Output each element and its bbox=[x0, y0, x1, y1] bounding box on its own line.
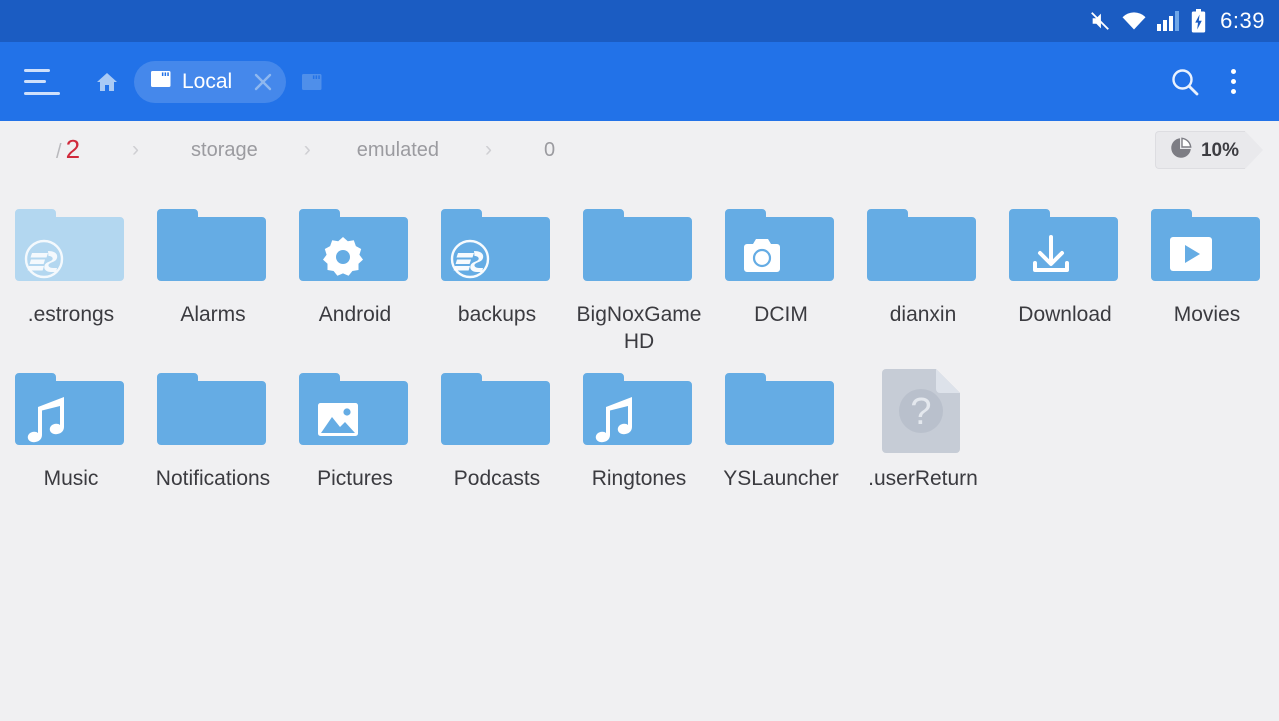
folder-icon bbox=[722, 365, 840, 455]
folder-icon bbox=[438, 201, 556, 291]
folder-icon bbox=[722, 201, 840, 291]
file-grid-item-label: YSLauncher bbox=[723, 467, 839, 490]
file-grid-item-label: backups bbox=[457, 303, 537, 326]
svg-text:?: ? bbox=[910, 391, 931, 433]
file-grid-item-label: Download bbox=[1018, 303, 1112, 326]
breadcrumb-item-0[interactable]: 0 bbox=[544, 139, 555, 162]
tab-label: Local bbox=[182, 70, 233, 93]
search-icon[interactable] bbox=[1161, 58, 1209, 106]
chevron-right-icon: › bbox=[132, 137, 140, 161]
file-icon: ? bbox=[864, 365, 982, 455]
signal-icon bbox=[1157, 11, 1181, 31]
file-grid-item-label: Music bbox=[43, 467, 99, 490]
breadcrumb: / 2 › storage › emulated › 0 10% bbox=[0, 121, 1279, 179]
folder-icon bbox=[12, 201, 130, 291]
app-toolbar: Local bbox=[0, 42, 1279, 121]
breadcrumb-root[interactable]: / 2 bbox=[56, 136, 80, 164]
file-grid-item-label: Movies bbox=[1173, 303, 1241, 326]
sdcard-icon bbox=[150, 69, 172, 94]
status-bar: 6:39 bbox=[0, 0, 1279, 42]
image-icon bbox=[318, 403, 358, 436]
breadcrumb-item-storage[interactable]: storage bbox=[191, 139, 258, 162]
folder-icon bbox=[1148, 201, 1266, 291]
hamburger-menu-icon[interactable] bbox=[24, 68, 60, 95]
new-tab-icon[interactable] bbox=[300, 70, 324, 94]
pie-chart-icon bbox=[1170, 137, 1192, 164]
file-grid-item[interactable]: ? .userReturn bbox=[852, 355, 994, 492]
file-grid-item[interactable]: BigNoxGameHD bbox=[568, 191, 710, 355]
folder-icon bbox=[580, 365, 698, 455]
clock: 6:39 bbox=[1220, 8, 1265, 33]
file-grid-item[interactable]: .estrongs bbox=[0, 191, 142, 355]
breadcrumb-count: 2 bbox=[65, 134, 81, 164]
file-grid-item[interactable]: backups bbox=[426, 191, 568, 355]
file-grid-item-label: Android bbox=[318, 303, 392, 326]
file-grid-item[interactable]: Alarms bbox=[142, 191, 284, 355]
play-icon bbox=[1170, 237, 1212, 271]
file-grid-item-label: Alarms bbox=[180, 303, 246, 326]
file-grid-item-label: Notifications bbox=[155, 467, 271, 490]
file-grid-item[interactable]: Music bbox=[0, 355, 142, 492]
folder-icon bbox=[864, 201, 982, 291]
folder-icon bbox=[154, 201, 272, 291]
file-grid-item[interactable]: DCIM bbox=[710, 191, 852, 355]
home-icon[interactable] bbox=[94, 69, 120, 95]
more-vertical-icon[interactable] bbox=[1209, 58, 1257, 106]
file-grid-item[interactable]: Android bbox=[284, 191, 426, 355]
file-grid-item[interactable]: YSLauncher bbox=[710, 355, 852, 492]
close-icon[interactable] bbox=[248, 67, 278, 97]
file-grid: .estrongs Alarms Android backups BigNoxGameH… bbox=[0, 179, 1279, 492]
chevron-right-icon: › bbox=[485, 137, 493, 161]
breadcrumb-slash: / bbox=[56, 141, 62, 163]
folder-icon bbox=[296, 365, 414, 455]
file-grid-item-label: DCIM bbox=[754, 303, 808, 326]
folder-icon bbox=[438, 365, 556, 455]
storage-percent: 10% bbox=[1200, 139, 1239, 161]
file-grid-item[interactable]: dianxin bbox=[852, 191, 994, 355]
file-grid-item-label: dianxin bbox=[889, 303, 957, 326]
file-grid-item-label: BigNoxGameHD bbox=[576, 303, 702, 353]
tab-local[interactable]: Local bbox=[134, 60, 287, 103]
folder-icon bbox=[580, 201, 698, 291]
file-grid-item-label: Ringtones bbox=[591, 467, 687, 490]
chevron-right-icon: › bbox=[303, 137, 311, 161]
wifi-icon bbox=[1121, 11, 1147, 31]
file-grid-item[interactable]: Notifications bbox=[142, 355, 284, 492]
folder-icon bbox=[1006, 201, 1124, 291]
folder-icon bbox=[154, 365, 272, 455]
file-grid-item[interactable]: Pictures bbox=[284, 355, 426, 492]
mute-icon bbox=[1089, 10, 1111, 32]
file-grid-item[interactable]: Movies bbox=[1136, 191, 1278, 355]
file-grid-item[interactable]: Ringtones bbox=[568, 355, 710, 492]
folder-icon bbox=[296, 201, 414, 291]
file-grid-item[interactable]: Podcasts bbox=[426, 355, 568, 492]
battery-charging-icon bbox=[1191, 9, 1206, 33]
file-grid-item-label: Podcasts bbox=[453, 467, 541, 490]
folder-icon bbox=[12, 365, 130, 455]
file-grid-item-label: .userReturn bbox=[868, 467, 978, 490]
question-mark-icon: ? bbox=[882, 369, 960, 453]
file-grid-item-label: Pictures bbox=[317, 467, 393, 490]
storage-usage-badge[interactable]: 10% bbox=[1154, 131, 1264, 169]
file-grid-item-label: .estrongs bbox=[27, 303, 115, 326]
file-grid-item[interactable]: Download bbox=[994, 191, 1136, 355]
breadcrumb-item-emulated[interactable]: emulated bbox=[357, 139, 439, 162]
